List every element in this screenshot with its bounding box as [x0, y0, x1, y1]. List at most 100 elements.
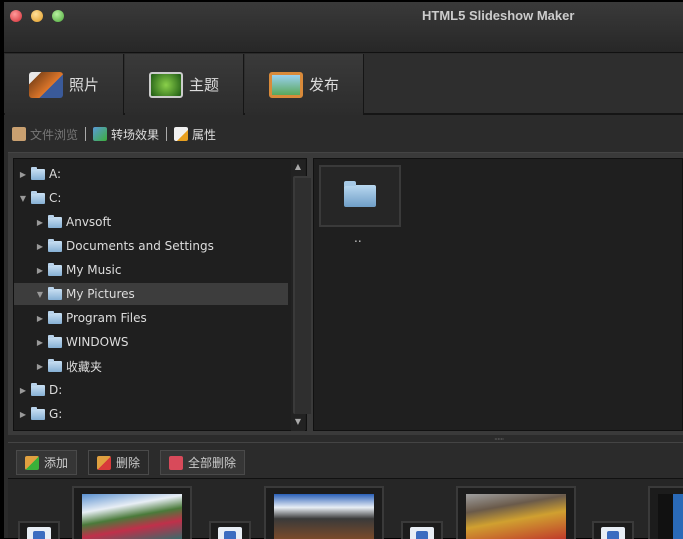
- file-label: ..: [354, 231, 362, 245]
- transition-button[interactable]: 转场效果: [93, 126, 159, 143]
- photo-thumbnail[interactable]: [72, 486, 192, 539]
- folder-icon: [48, 262, 62, 276]
- divider: [166, 127, 168, 141]
- maximize-button[interactable]: [52, 10, 64, 22]
- expand-icon[interactable]: ▶: [18, 170, 28, 179]
- tree-label: Documents and Settings: [66, 239, 214, 253]
- expand-icon[interactable]: ▶: [35, 314, 45, 323]
- scroll-thumb[interactable]: [293, 176, 313, 414]
- tree-label: A:: [49, 167, 62, 181]
- theme-icon: [148, 71, 183, 98]
- photo-image: [82, 494, 182, 539]
- folder-icon: [31, 166, 45, 180]
- folder-icon: [48, 334, 62, 348]
- delete-button[interactable]: 删除: [88, 450, 150, 475]
- folder-icon: [48, 214, 62, 228]
- folder-icon: [48, 238, 62, 252]
- storyboard-toolbar: 添加 删除 全部删除: [8, 442, 683, 478]
- file-browse-button[interactable]: 文件浏览: [12, 126, 78, 143]
- expand-icon[interactable]: ▶: [18, 386, 28, 395]
- parent-folder-item[interactable]: [319, 165, 401, 227]
- tab-theme[interactable]: 主题: [125, 54, 244, 115]
- tree-item[interactable]: ▶ My Music: [14, 259, 288, 281]
- tab-publish[interactable]: 发布: [245, 54, 364, 115]
- photo-image: [274, 494, 374, 539]
- delete-all-button[interactable]: 全部删除: [160, 450, 246, 475]
- tree-label: Program Files: [66, 311, 147, 325]
- divider: [85, 127, 87, 141]
- tree-item[interactable]: ▼ C:: [14, 187, 288, 209]
- properties-icon: [174, 127, 189, 141]
- tree-label: D:: [49, 383, 63, 397]
- transition-icon: [410, 527, 434, 539]
- tree-item-selected[interactable]: ▼ My Pictures: [14, 283, 288, 305]
- tree-item[interactable]: ▶ G:: [14, 403, 288, 425]
- tree-label: C:: [49, 191, 62, 205]
- transition-icon: [93, 127, 108, 141]
- tree-item[interactable]: ▶ Anvsoft: [14, 211, 288, 233]
- main-tabs: 照片 主题 发布: [4, 54, 683, 115]
- delete-icon: [97, 455, 111, 470]
- add-label: 添加: [44, 456, 69, 470]
- properties-label: 属性: [192, 127, 217, 142]
- tree-label: G:: [49, 407, 63, 421]
- properties-button[interactable]: 属性: [174, 126, 216, 143]
- scroll-up-icon[interactable]: ▲: [291, 162, 305, 174]
- minimize-button[interactable]: [31, 10, 43, 22]
- expand-icon[interactable]: ▶: [35, 362, 45, 371]
- publish-icon: [268, 71, 303, 98]
- tree-label: WINDOWS: [66, 335, 129, 349]
- tree-label: 收藏夹: [66, 359, 103, 374]
- title-bar: HTML5 Slideshow Maker: [4, 2, 683, 53]
- file-view: ..: [313, 158, 683, 431]
- expand-icon[interactable]: ▶: [18, 410, 28, 419]
- delete-label: 删除: [116, 456, 141, 470]
- transition-slot[interactable]: [401, 521, 443, 539]
- transition-slot[interactable]: [209, 521, 251, 539]
- transition-slot[interactable]: [18, 521, 60, 539]
- folder-tree: ▶ A: ▼ C: ▶ Anvsoft ▶ Documents and Settings…: [13, 158, 313, 431]
- transition-slot[interactable]: [592, 521, 634, 539]
- tree-item[interactable]: ▶ D:: [14, 379, 288, 401]
- tree-item[interactable]: ▶ A:: [14, 163, 288, 185]
- photo-image: [466, 494, 566, 539]
- expand-icon[interactable]: ▶: [35, 266, 45, 275]
- view-toolbar: 文件浏览 转场效果 属性: [4, 118, 683, 150]
- folder-icon: [31, 190, 45, 204]
- photo-thumbnail[interactable]: [456, 486, 576, 539]
- expand-icon[interactable]: ▶: [35, 218, 45, 227]
- collapse-icon[interactable]: ▼: [35, 290, 45, 299]
- photo-strip: [8, 478, 683, 539]
- add-button[interactable]: 添加: [16, 450, 78, 475]
- photo-image: [658, 494, 683, 539]
- tab-label: 照片: [68, 76, 99, 94]
- tree-label: Anvsoft: [66, 215, 112, 229]
- tree-scrollbar[interactable]: ▲ ▼: [291, 160, 313, 431]
- scroll-down-icon[interactable]: ▼: [291, 417, 305, 429]
- folder-icon: [31, 406, 45, 420]
- file-browse-icon: [12, 127, 26, 141]
- folder-icon: [31, 382, 45, 396]
- photos-icon: [28, 71, 63, 98]
- browser-panels: ▶ A: ▼ C: ▶ Anvsoft ▶ Documents and Settings…: [8, 152, 683, 435]
- photo-thumbnail[interactable]: [264, 486, 384, 539]
- tab-photos[interactable]: 照片: [5, 54, 124, 115]
- photo-thumbnail[interactable]: [648, 486, 683, 539]
- add-icon: [25, 455, 39, 470]
- tab-label: 主题: [188, 76, 219, 94]
- collapse-icon[interactable]: ▼: [18, 194, 28, 203]
- expand-icon[interactable]: ▶: [35, 338, 45, 347]
- tab-label: 发布: [308, 76, 339, 94]
- transition-label: 转场效果: [111, 127, 160, 142]
- tree-item[interactable]: ▶ Program Files: [14, 307, 288, 329]
- delete-all-label: 全部删除: [188, 456, 237, 470]
- tree-label: My Music: [66, 263, 122, 277]
- transition-icon: [218, 527, 242, 539]
- tree-item[interactable]: ▶ Documents and Settings: [14, 235, 288, 257]
- tree-item[interactable]: ▶ 收藏夹: [14, 355, 288, 377]
- transition-icon: [601, 527, 625, 539]
- expand-icon[interactable]: ▶: [35, 242, 45, 251]
- close-button[interactable]: [10, 10, 22, 22]
- folder-icon: [48, 358, 62, 372]
- tree-item[interactable]: ▶ WINDOWS: [14, 331, 288, 353]
